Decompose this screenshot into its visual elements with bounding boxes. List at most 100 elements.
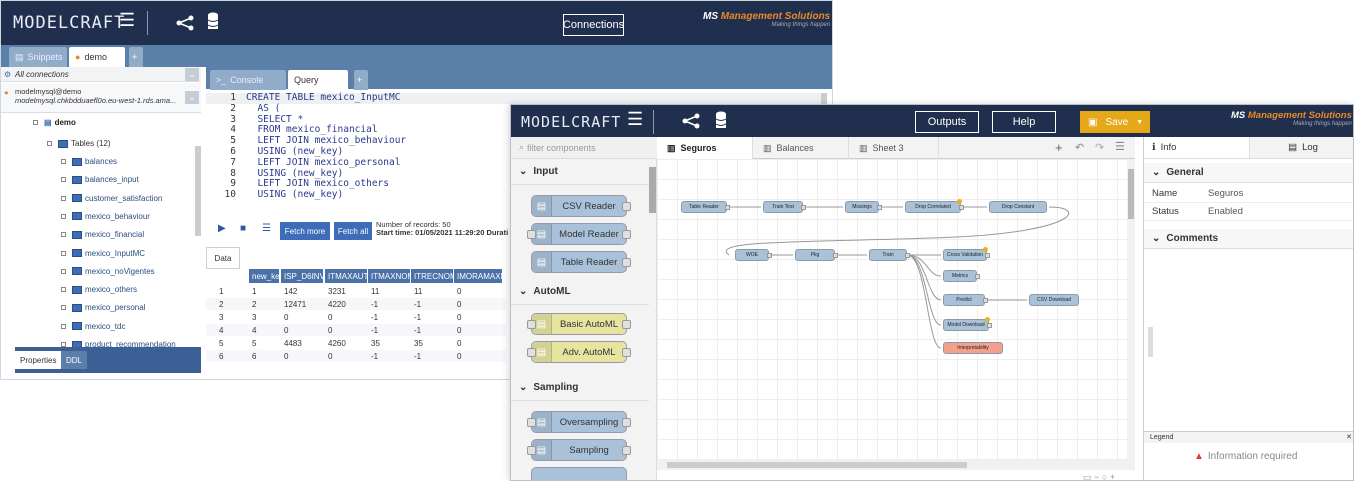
connections-button[interactable]: Connections (563, 14, 624, 36)
canvas-hscrollbar[interactable] (657, 460, 1135, 470)
flow-node[interactable]: Train (869, 249, 910, 261)
tab-log[interactable]: ▤ Log (1250, 137, 1353, 159)
palette-scrollbar[interactable] (649, 167, 656, 213)
tree-table-item[interactable]: mexico_personal (61, 303, 145, 312)
database-select[interactable]: ● modelmysql@demo modelmysql.chkbdduaefl… (1, 83, 201, 113)
redo-icon[interactable]: ↷ (1095, 141, 1104, 154)
flow-node[interactable]: Train Test (763, 201, 806, 213)
table-row[interactable]: 3 3 0 0 -1 -1 0 (206, 311, 506, 323)
tree-tables-node[interactable]: Tables (12) (47, 139, 111, 148)
tree-scrollbar[interactable] (195, 146, 201, 236)
database-icon[interactable] (207, 12, 219, 32)
palette-node[interactable]: ▤ Model Reader (527, 223, 631, 245)
tab-console[interactable]: >_ Console (210, 70, 286, 90)
tab-info[interactable]: ℹ Info (1144, 137, 1250, 159)
table-row[interactable]: 2 2 12471 4220 -1 -1 0 (206, 298, 506, 310)
tree-table-item[interactable]: customer_satisfaction (61, 194, 162, 203)
flow-icon[interactable] (681, 112, 701, 130)
general-section[interactable]: ⌄ General (1144, 163, 1353, 183)
code-line[interactable]: AS ( (246, 103, 280, 115)
tab-seguros[interactable]: ▥ Seguros (657, 137, 753, 159)
play-icon[interactable]: ▶ (218, 223, 226, 234)
flow-node[interactable]: WOE (735, 249, 772, 261)
tab-snippets[interactable]: ▤ Snippets (9, 47, 67, 67)
add-sheet-icon[interactable]: + (1055, 140, 1063, 155)
menu-icon[interactable]: ☰ (627, 109, 643, 130)
flow-node[interactable]: Model Download (943, 317, 992, 331)
tree-table-item[interactable]: mexico_InputMC (61, 249, 145, 258)
palette-category[interactable]: ⌄ Sampling (511, 375, 649, 401)
list-icon[interactable]: ☰ (1115, 140, 1125, 153)
grid-header[interactable]: new_key (249, 269, 279, 283)
tree-table-item[interactable]: mexico_financial (61, 230, 144, 239)
grid-header[interactable]: ITMAXAUT (325, 269, 367, 283)
connections-select[interactable]: ⚙ All connections ⌄ (1, 67, 201, 82)
flow-node[interactable]: Cross Validation (943, 247, 990, 261)
flow-node[interactable]: Drop Correlated (905, 199, 964, 213)
sidebar-scrollbar[interactable] (1148, 327, 1153, 357)
save-button[interactable]: ▣ Save ▼ (1080, 111, 1150, 133)
code-line[interactable]: LEFT JOIN mexico_personal (246, 157, 400, 169)
tree-table-item[interactable]: balances (61, 157, 117, 166)
tree-table-item[interactable]: mexico_behaviour (61, 212, 150, 221)
list-icon[interactable]: ☰ (262, 223, 271, 234)
flow-node[interactable]: Missings (845, 201, 882, 213)
outputs-button[interactable]: Outputs (915, 111, 979, 133)
table-row[interactable]: 1 1 142 3231 11 11 0 (206, 285, 506, 297)
tree-table-item[interactable]: mexico_tdc (61, 322, 125, 331)
tab-properties[interactable]: Properties (15, 351, 62, 369)
chevron-down-icon[interactable]: ⌄ (185, 67, 199, 81)
palette-node[interactable]: ▤ Oversampling (527, 411, 631, 433)
flow-icon[interactable] (175, 14, 195, 32)
tab-balances[interactable]: ▥ Balances (753, 137, 849, 159)
palette-node[interactable]: ▤ CSV Reader (531, 195, 631, 217)
chevron-down-icon[interactable]: ⌄ (185, 91, 199, 104)
comments-section[interactable]: ⌄ Comments (1144, 229, 1353, 249)
tree-root[interactable]: ▤ demo (33, 118, 76, 127)
tree-table-item[interactable]: mexico_others (61, 285, 137, 294)
table-row[interactable]: 5 5 4483 4260 35 35 0 (206, 337, 506, 349)
tab-data[interactable]: Data (206, 247, 240, 269)
filter-components-input[interactable]: ⌕ filter components (511, 137, 657, 159)
palette-node[interactable]: ▤ Adv. AutoML (527, 341, 631, 363)
close-icon[interactable]: ✕ (1346, 432, 1352, 444)
help-button[interactable]: Help (992, 111, 1056, 133)
fetch-more-button[interactable]: Fetch more (280, 222, 330, 240)
grid-header[interactable]: ITRECNOM (411, 269, 453, 283)
zoom-controls[interactable]: ▭ − ○ + (1083, 472, 1115, 480)
flow-canvas[interactable]: Table Reader Train Test Missings Drop Corre… (657, 159, 1135, 464)
canvas-vscrollbar[interactable] (1127, 159, 1135, 464)
palette-node[interactable] (531, 467, 627, 480)
palette-category[interactable]: ⌄ AutoML (511, 279, 649, 305)
database-icon[interactable] (715, 111, 727, 131)
flow-node[interactable]: Interpretability (943, 342, 1003, 354)
caret-down-icon[interactable]: ▼ (1136, 119, 1143, 126)
tree-table-item[interactable]: mexico_noVigentes (61, 267, 155, 276)
table-row[interactable]: 4 4 0 0 -1 -1 0 (206, 324, 506, 336)
flow-node[interactable]: Drop Constant (989, 201, 1047, 213)
add-tab-button[interactable]: + (354, 70, 368, 90)
tree-table-item[interactable]: balances_input (61, 175, 139, 184)
palette-node[interactable]: ▤ Table Reader (531, 251, 631, 273)
palette-node[interactable]: ▤ Basic AutoML (527, 313, 631, 335)
tab-demo[interactable]: ● demo (69, 47, 125, 67)
palette-node[interactable]: ▤ Sampling (527, 439, 631, 461)
flow-node[interactable]: Pkg (795, 249, 838, 261)
tab-query[interactable]: Query (288, 70, 348, 90)
add-tab-button[interactable]: + (129, 47, 143, 67)
code-line[interactable]: USING (new_key) (246, 189, 343, 201)
table-row[interactable]: 6 6 0 0 -1 -1 0 (206, 350, 506, 362)
grid-header[interactable]: ITMAXNOM (368, 269, 410, 283)
fetch-all-button[interactable]: Fetch all (334, 222, 372, 240)
grid-header[interactable]: ISP_D6INVN (281, 269, 323, 283)
tab-ddl[interactable]: DDL (61, 351, 88, 369)
flow-node[interactable]: CSV Download (1029, 294, 1079, 306)
flow-node[interactable]: Predict (943, 294, 988, 306)
flow-node[interactable]: Table Reader (681, 201, 730, 213)
palette-category[interactable]: ⌄ Input (511, 159, 649, 185)
grid-header[interactable]: IMORAMAXNOM (454, 269, 502, 283)
flow-node[interactable]: Metrics (943, 270, 980, 282)
tab-sheet-3[interactable]: ▥ Sheet 3 (849, 137, 939, 159)
menu-icon[interactable]: ☰ (119, 10, 135, 31)
stop-icon[interactable]: ■ (240, 223, 246, 234)
